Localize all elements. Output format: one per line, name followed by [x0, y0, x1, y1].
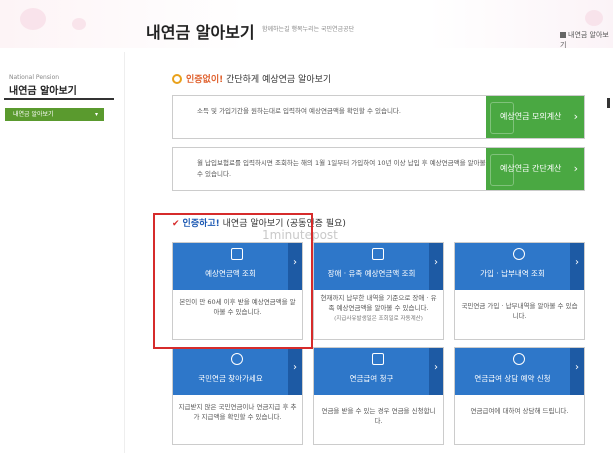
card-find-pension[interactable]: 국민연금 찾아가세요 › 지급받지 않은 국민연금이나 연금지급 후 추가 지급액…: [172, 347, 303, 445]
section-no-auth-rest: 간단하게 예상연금 알아보기: [223, 75, 332, 85]
card-header: 장애 · 유족 예상연금액 조회 ›: [314, 243, 443, 290]
scrollbar[interactable]: [607, 98, 610, 108]
card-header: 연금급여 청구 ›: [314, 348, 443, 395]
card-desc-text: 현재까지 납부한 내역을 기준으로 장애 · 유족 예상연금액을 알아볼 수 있…: [320, 294, 437, 312]
card-desc-text: 국민연금 가입 · 납부내역을 알아볼 수 있습니다.: [461, 302, 578, 320]
heart-decoration: [20, 8, 46, 30]
card-title: 국민연금 찾아가세요: [198, 374, 263, 383]
chevron-right-icon: ›: [573, 110, 578, 123]
simple-calc-label: 예상연금 간단계산: [500, 164, 562, 173]
chevron-right-icon: ›: [570, 243, 584, 290]
sidebar-menu-button[interactable]: 내연금 알아보기 ▾: [5, 108, 104, 121]
magnifier-icon: [172, 74, 182, 84]
card-title: 연금급여 청구: [349, 374, 394, 383]
chevron-right-icon: ›: [573, 162, 578, 175]
card-desc-text: 연금을 받을 수 있는 경우 연금을 신청합니다.: [321, 407, 436, 425]
chevron-right-icon: ›: [429, 348, 443, 395]
monitor-icon: [372, 353, 384, 365]
card-desc: 연금급여에 대하여 상담해 드립니다.: [459, 406, 580, 416]
heart-decoration: [585, 10, 603, 26]
id-card-icon: [372, 248, 384, 260]
card-header: 국민연금 찾아가세요 ›: [173, 348, 302, 395]
sidebar-menu-label: 내연금 알아보기: [13, 111, 54, 118]
mock-calc-label: 예상연금 모의계산: [500, 112, 562, 121]
calc-row: 월 납입보험료를 입력하시면 조회하는 해의 1월 1일부터 가입하여 10년 …: [172, 147, 585, 191]
mock-calc-button[interactable]: 예상연금 모의계산 ›: [486, 96, 584, 138]
sidebar-eng-label: National Pension: [9, 74, 60, 81]
card-benefit-claim[interactable]: 연금급여 청구 › 연금을 받을 수 있는 경우 연금을 신청합니다.: [313, 347, 444, 445]
chevron-right-icon: ›: [570, 348, 584, 395]
page-title: 내연금 알아보기: [146, 23, 255, 42]
util-link-label: 내연금 알아보기: [560, 31, 609, 49]
sidebar-divider: [4, 98, 114, 100]
calc-row-text: 월 납입보험료를 입력하시면 조회하는 해의 1월 1일부터 가입하여 10년 …: [197, 159, 486, 178]
calc-row-text: 소득 및 가입기간을 원하는대로 입력하여 예상연금액을 확인할 수 있습니다.: [197, 107, 401, 115]
simple-calc-button[interactable]: 예상연금 간단계산 ›: [486, 148, 584, 190]
calc-row: 소득 및 가입기간을 원하는대로 입력하여 예상연금액을 확인할 수 있습니다.…: [172, 95, 585, 139]
caret-down-icon: ▾: [94, 111, 98, 118]
chevron-right-icon: ›: [288, 348, 302, 395]
magnifier-icon: [513, 248, 525, 260]
card-note: (지급사유발생일은 조회일로 자동계산): [334, 316, 423, 322]
card-title: 가입 · 납부내역 조회: [480, 269, 545, 278]
card-desc-text: 지급받지 않은 국민연금이나 연금지급 후 추가 지급액을 확인할 수 있습니다…: [178, 403, 297, 421]
heart-decoration: [72, 18, 86, 30]
card-disability-survivor[interactable]: 장애 · 유족 예상연금액 조회 › 현재까지 납부한 내역을 기준으로 장애 ·…: [313, 242, 444, 340]
card-desc: 연금을 받을 수 있는 경우 연금을 신청합니다.: [318, 406, 439, 426]
highlight-box: [153, 213, 313, 349]
card-desc: 현재까지 납부한 내역을 기준으로 장애 · 유족 예상연금액을 알아볼 수 있…: [318, 293, 439, 324]
card-title: 연금급여 상담 예약 신청: [474, 374, 551, 383]
section-no-auth-heading: 인증없이! 간단하게 예상연금 알아보기: [172, 72, 331, 85]
card-desc-text: 연금급여에 대하여 상담해 드립니다.: [470, 407, 569, 415]
card-title: 장애 · 유족 예상연금액 조회: [327, 269, 416, 278]
card-enrollment-history[interactable]: 가입 · 납부내역 조회 › 국민연금 가입 · 납부내역을 알아볼 수 있습니다…: [454, 242, 585, 340]
coin-icon: [231, 353, 243, 365]
sidebar-title: 내연금 알아보기: [9, 86, 77, 97]
section-no-auth-strong: 인증없이!: [186, 75, 224, 85]
headset-icon: [513, 353, 525, 365]
card-header: 연금급여 상담 예약 신청 ›: [455, 348, 584, 395]
util-link[interactable]: 내연금 알아보기: [560, 30, 613, 50]
chevron-right-icon: ›: [429, 243, 443, 290]
page-subtitle: 함께하는길 행복누리는 국민연금공단: [262, 26, 355, 33]
card-desc: 국민연금 가입 · 납부내역을 알아볼 수 있습니다.: [459, 301, 580, 321]
square-icon: [560, 32, 566, 38]
card-consult-reservation[interactable]: 연금급여 상담 예약 신청 › 연금급여에 대하여 상담해 드립니다.: [454, 347, 585, 445]
card-desc: 지급받지 않은 국민연금이나 연금지급 후 추가 지급액을 확인할 수 있습니다…: [177, 402, 298, 422]
card-header: 가입 · 납부내역 조회 ›: [455, 243, 584, 290]
